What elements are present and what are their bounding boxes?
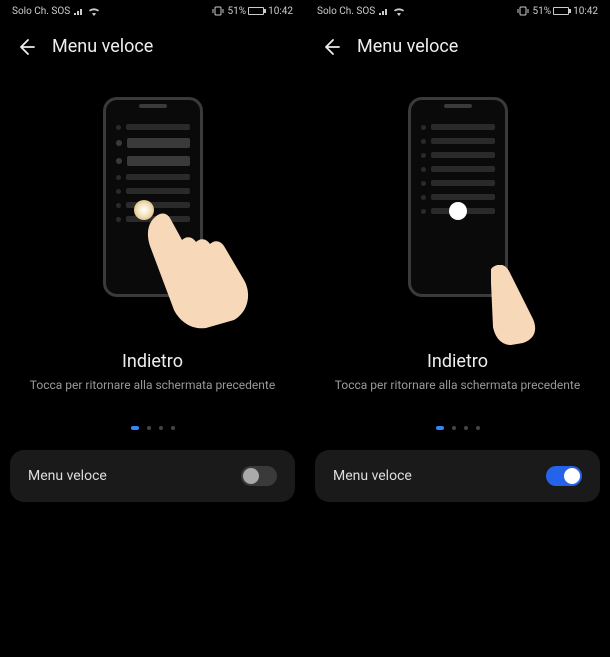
page-title: Menu veloce [357,36,458,57]
dot-3[interactable] [159,426,163,430]
dot-3[interactable] [464,426,468,430]
status-carrier: Solo Ch. SOS [12,6,100,17]
feature-title: Indietro [305,351,610,372]
dot-2[interactable] [147,426,151,430]
feature-description: Tocca per ritornare alla schermata prece… [0,378,305,392]
dot-4[interactable] [476,426,480,430]
battery-icon [248,7,264,15]
menu-veloce-toggle[interactable] [241,466,277,486]
feature-title: Indietro [0,351,305,372]
clock-text: 10:42 [573,6,598,17]
feature-description: Tocca per ritornare alla schermata prece… [305,378,610,392]
back-arrow-icon [321,37,341,57]
toggle-card: Menu veloce [315,450,600,502]
vibrate-icon [212,6,224,16]
dot-4[interactable] [171,426,175,430]
illustration [305,97,610,337]
status-bar: Solo Ch. SOS 51% 10:42 [305,0,610,22]
illustration [0,97,305,337]
wifi-icon [88,7,100,16]
wifi-icon [393,7,405,16]
menu-veloce-toggle[interactable] [546,466,582,486]
screen-left: Solo Ch. SOS 51% 10:42 Menu veloce [0,0,305,657]
app-header: Menu veloce [0,22,305,67]
toggle-label: Menu veloce [333,468,412,484]
toggle-card: Menu veloce [10,450,295,502]
back-arrow-icon [16,37,36,57]
status-carrier: Solo Ch. SOS [317,6,405,17]
battery-indicator: 51% [533,6,570,17]
page-title: Menu veloce [52,36,153,57]
hand-icon [146,210,276,330]
screen-right: Solo Ch. SOS 51% 10:42 Menu veloce [305,0,610,657]
dot-1[interactable] [436,426,444,430]
battery-indicator: 51% [228,6,265,17]
battery-text: 51% [228,6,247,17]
signal-icon [379,7,389,15]
carrier-text: Solo Ch. SOS [317,6,375,17]
dot-2[interactable] [452,426,456,430]
dot-1[interactable] [131,426,139,430]
back-button[interactable] [16,37,36,57]
vibrate-icon [517,6,529,16]
page-indicator [305,426,610,430]
status-bar: Solo Ch. SOS 51% 10:42 [0,0,305,22]
back-button[interactable] [321,37,341,57]
battery-text: 51% [533,6,552,17]
clock-text: 10:42 [268,6,293,17]
toggle-label: Menu veloce [28,468,107,484]
switch-knob [243,468,259,484]
carrier-text: Solo Ch. SOS [12,6,70,17]
status-right: 51% 10:42 [517,6,598,17]
touch-point-icon [449,202,467,220]
phone-illustration [103,97,203,297]
status-right: 51% 10:42 [212,6,293,17]
hand-icon [491,265,561,345]
signal-icon [74,7,84,15]
app-header: Menu veloce [305,22,610,67]
battery-icon [553,7,569,15]
switch-knob [564,468,580,484]
phone-illustration [408,97,508,297]
page-indicator [0,426,305,430]
